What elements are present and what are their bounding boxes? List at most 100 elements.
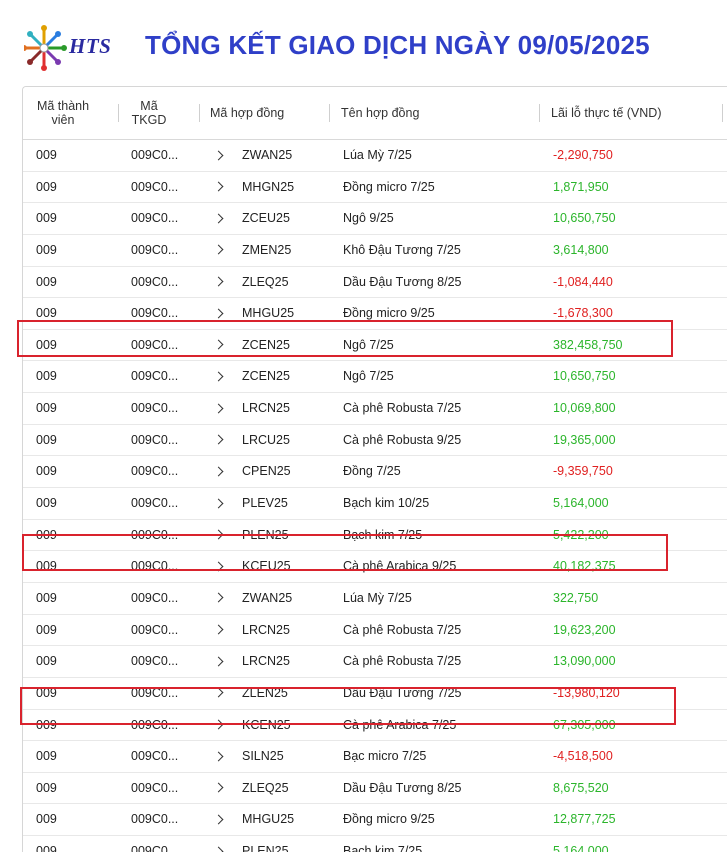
chevron-right-icon	[213, 339, 224, 350]
logo-sunburst-icon	[24, 25, 67, 71]
expand-row-button[interactable]	[213, 298, 226, 328]
chevron-right-icon	[213, 434, 224, 445]
table-row[interactable]: 009 009C0... ZWAN25 Lúa Mỳ 7/25 322,750	[23, 583, 727, 615]
chevron-right-icon	[213, 276, 224, 287]
column-divider[interactable]	[539, 104, 540, 122]
col-header-contract-name[interactable]: Tên hợp đồng	[341, 87, 419, 139]
contract-code-cell: KCEU25	[242, 559, 291, 574]
expand-row-button[interactable]	[213, 678, 226, 708]
table-row[interactable]: 009 009C0... SILN25 Bạc micro 7/25 -4,518,50…	[23, 741, 727, 773]
account-code-cell: 009C0...	[131, 622, 179, 637]
expand-row-button[interactable]	[213, 361, 226, 391]
table-row[interactable]: 009 009C0... ZCEN25 Ngô 7/25 382,458,750	[23, 330, 727, 362]
expand-row-button[interactable]	[213, 172, 226, 202]
table-row[interactable]: 009 009C0... ZLEQ25 Dầu Đậu Tương 8/25 -1,08…	[23, 267, 727, 299]
member-code-cell: 009	[36, 622, 57, 637]
realized-pl-cell: 322,750	[553, 590, 599, 605]
expand-row-button[interactable]	[213, 551, 226, 581]
expand-row-button[interactable]	[213, 235, 226, 265]
contract-code-cell: ZLEQ25	[242, 780, 289, 795]
chevron-right-icon	[213, 782, 224, 793]
table-row[interactable]: 009 009C0... MHGU25 Đồng micro 9/25 -1,678,3…	[23, 298, 727, 330]
contract-name-cell: Cà phê Robusta 9/25	[343, 432, 462, 447]
table-row[interactable]: 009 009C0... LRCN25 Cà phê Robusta 7/25 19,6…	[23, 615, 727, 647]
contract-name-cell: Bạch kim 7/25	[343, 527, 423, 542]
realized-pl-cell: 382,458,750	[553, 337, 623, 352]
chevron-right-icon	[213, 814, 224, 825]
realized-pl-cell: 5,164,000	[553, 496, 609, 511]
expand-row-button[interactable]	[213, 646, 226, 676]
expand-row-button[interactable]	[213, 488, 226, 518]
account-code-cell: 009C0...	[131, 179, 179, 194]
table-row[interactable]: 009 009C0... KCEU25 Cà phê Arabica 9/25 40,1…	[23, 551, 727, 583]
expand-row-button[interactable]	[213, 615, 226, 645]
chevron-right-icon	[213, 656, 224, 667]
expand-row-button[interactable]	[213, 773, 226, 803]
contract-name-cell: Cà phê Arabica 7/25	[343, 717, 457, 732]
contract-code-cell: MHGU25	[242, 812, 295, 827]
col-header-contract-code[interactable]: Mã hợp đồng	[210, 87, 284, 139]
account-code-cell: 009C0...	[131, 717, 179, 732]
realized-pl-cell: 12,877,725	[553, 812, 616, 827]
member-code-cell: 009	[36, 274, 57, 289]
column-divider[interactable]	[329, 104, 330, 122]
expand-row-button[interactable]	[213, 456, 226, 486]
realized-pl-cell: 10,650,750	[553, 369, 616, 384]
col-header-label: Mã hợp đồng	[210, 106, 285, 120]
chevron-right-icon	[213, 403, 224, 414]
contract-code-cell: PLEV25	[242, 496, 288, 511]
table-row[interactable]: 009 009C0... MHGN25 Đồng micro 7/25 1,871,95…	[23, 172, 727, 204]
column-divider[interactable]	[199, 104, 200, 122]
expand-row-button[interactable]	[213, 710, 226, 740]
expand-row-button[interactable]	[213, 267, 226, 297]
col-header-realized-pl[interactable]: Lãi lỗ thực tế (VND)	[551, 87, 662, 139]
chevron-right-icon	[213, 213, 224, 224]
table-row[interactable]: 009 009C0... ZLEN25 Dầu Đậu Tương 7/25 -13,9…	[23, 678, 727, 710]
expand-row-button[interactable]	[213, 203, 226, 233]
realized-pl-cell: 10,650,750	[553, 211, 616, 226]
contract-code-cell: SILN25	[242, 749, 284, 764]
col-header-account[interactable]: Mã TKGD	[119, 87, 179, 139]
table-row[interactable]: 009 009C0... LRCN25 Cà phê Robusta 7/25 13,0…	[23, 646, 727, 678]
contract-name-cell: Khô Đậu Tương 7/25	[343, 242, 461, 257]
table-row[interactable]: 009 009C0... CPEN25 Đồng 7/25 -9,359,750	[23, 456, 727, 489]
member-code-cell: 009	[36, 306, 57, 321]
table-row[interactable]: 009 009C0... ZCEN25 Ngô 7/25 10,650,750	[23, 361, 727, 394]
table-row[interactable]: 009 009C0... ZLEQ25 Dầu Đậu Tương 8/25 8,675…	[23, 773, 727, 805]
expand-row-button[interactable]	[213, 804, 226, 834]
contract-code-cell: MHGU25	[242, 306, 295, 321]
contract-name-cell: Đồng micro 9/25	[343, 306, 435, 321]
expand-row-button[interactable]	[213, 393, 226, 423]
contract-code-cell: ZCEN25	[242, 369, 290, 384]
account-code-cell: 009C0...	[131, 559, 179, 574]
expand-row-button[interactable]	[213, 330, 226, 360]
contract-code-cell: CPEN25	[242, 464, 291, 479]
table-row[interactable]: 009 009C0... LRCN25 Cà phê Robusta 7/25 10,0…	[23, 393, 727, 425]
account-code-cell: 009C0...	[131, 496, 179, 511]
expand-row-button[interactable]	[213, 583, 226, 613]
contract-name-cell: Cà phê Robusta 7/25	[343, 654, 462, 669]
col-header-member[interactable]: Mã thành viên	[23, 87, 103, 139]
member-code-cell: 009	[36, 148, 57, 162]
table-row[interactable]: 009 009C0... KCEN25 Cà phê Arabica 7/25 67,3…	[23, 710, 727, 742]
expand-row-button[interactable]	[213, 425, 226, 455]
expand-row-button[interactable]	[213, 836, 226, 852]
contract-code-cell: LRCU25	[242, 432, 290, 447]
table-row[interactable]: 009 009C0... PLEN25 Bạch kim 7/25 5,164,000	[23, 836, 727, 852]
table-row[interactable]: 009 009C0... LRCU25 Cà phê Robusta 9/25 19,3…	[23, 425, 727, 457]
table-row[interactable]: 009 009C0... ZWAN25 Lúa Mỳ 7/25 -2,290,750	[23, 140, 727, 172]
table-row[interactable]: 009 009C0... ZCEU25 Ngô 9/25 10,650,750	[23, 203, 727, 235]
expand-row-button[interactable]	[213, 520, 226, 550]
realized-pl-cell: 40,182,375	[553, 559, 616, 574]
chevron-right-icon	[213, 150, 224, 160]
expand-row-button[interactable]	[213, 140, 226, 170]
table-row[interactable]: 009 009C0... PLEN25 Bạch kim 7/25 5,422,200	[23, 520, 727, 552]
table-row[interactable]: 009 009C0... ZMEN25 Khô Đậu Tương 7/25 3,614…	[23, 235, 727, 267]
expand-row-button[interactable]	[213, 741, 226, 771]
table-row[interactable]: 009 009C0... MHGU25 Đồng micro 9/25 12,877,7…	[23, 804, 727, 837]
table-row[interactable]: 009 009C0... PLEV25 Bạch kim 10/25 5,164,000	[23, 488, 727, 520]
account-code-cell: 009C0...	[131, 812, 179, 827]
column-divider[interactable]	[722, 104, 723, 122]
contract-code-cell: ZWAN25	[242, 148, 293, 162]
col-header-label: Lãi lỗ thực tế (VND)	[551, 106, 662, 120]
